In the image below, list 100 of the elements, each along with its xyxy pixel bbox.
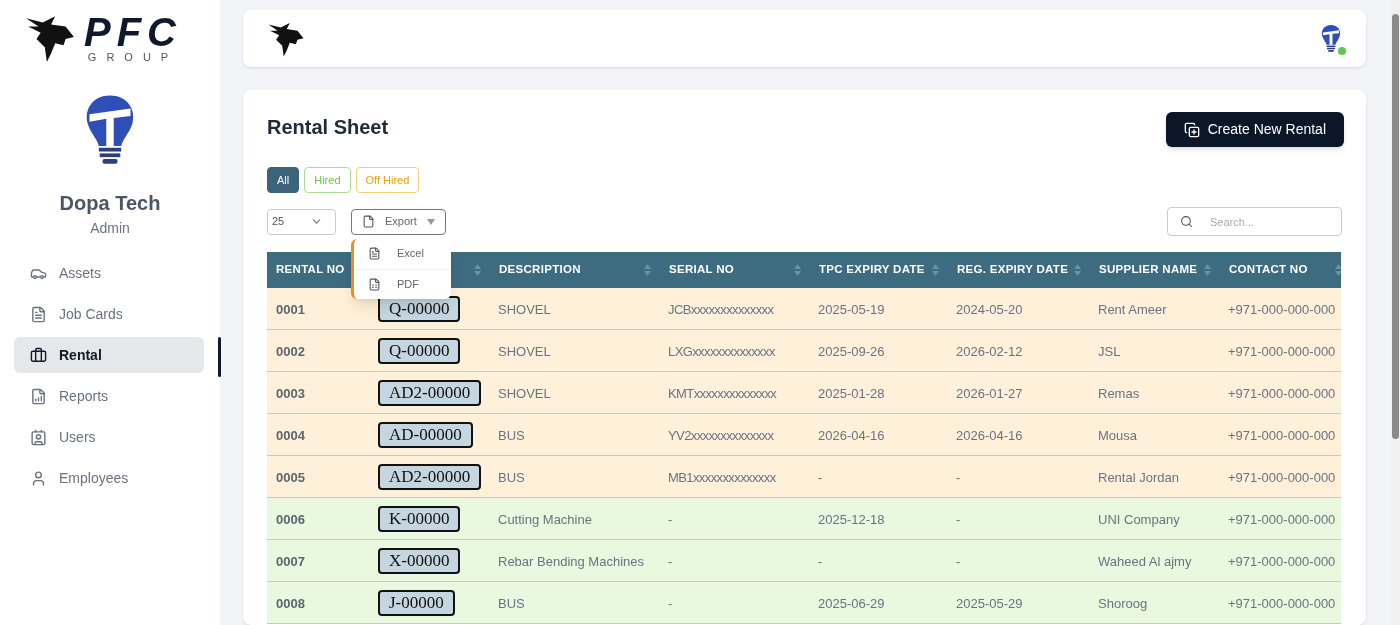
plate-number: AD-00000 [378,421,473,448]
sidebar-item[interactable]: Rental [14,337,204,373]
table-cell: - [668,595,672,611]
column-header: CONTACT NO [1229,262,1308,278]
table-cell: JCBxxxxxxxxxxxxxx [668,301,774,317]
plate-number: J-00000 [378,589,455,616]
table-cell: - [956,469,961,485]
table-cell: 2025-09-26 [818,343,885,359]
table-cell: UNI Company [1098,511,1180,527]
column-header: REG. EXPIRY DATE [957,262,1069,278]
sidebar-item[interactable]: Job Cards [14,296,204,332]
profile-name: Dopa Tech [59,191,161,216]
table-cell: - [956,553,961,569]
export-option[interactable]: Excel [354,238,451,269]
filter-tab[interactable]: All [267,167,300,193]
table-cell: Rebar Bending Machines [498,553,644,569]
sidebar-item[interactable]: Reports [14,378,204,414]
page-size-select[interactable]: 25 [267,208,336,235]
table-cell: 2025-12-18 [818,511,885,527]
table-cell: +971-000-000-000 [1228,553,1336,569]
table-cell: BUS [498,469,525,485]
table-cell: SHOVEL [498,343,551,359]
table-cell: MB1xxxxxxxxxxxxxx [668,469,776,485]
table-cell: - [956,511,961,527]
user-avatar-icon [1320,23,1342,54]
table-cell: BUS [498,427,525,443]
column-header: TPC EXPIRY DATE [819,262,925,278]
search-field[interactable]: Search... [1167,207,1342,236]
rental-number: 0001 [276,301,305,317]
rental-number: 0002 [276,343,305,359]
sort-icon[interactable] [1074,264,1081,276]
sidebar-item[interactable]: Assets [14,255,204,291]
sidebar-item[interactable]: Users [14,419,204,455]
plate-number: AD2-00000 [378,463,482,490]
document-icon [368,247,381,260]
table-cell: 2024-05-20 [956,301,1023,317]
sort-icon[interactable] [1204,264,1211,276]
table-cell: SHOVEL [498,301,551,317]
briefcase-icon [30,346,47,364]
table-cell: 2026-02-12 [956,343,1023,359]
sort-icon[interactable] [644,264,651,276]
table-cell: Shoroog [1098,595,1148,611]
sort-icon[interactable] [1335,264,1341,276]
table-cell: Waheed Al ajmy [1098,553,1192,569]
plate-number: K-00000 [378,505,461,532]
table-cell: +971-000-000-000 [1228,469,1336,485]
table-cell: KMTxxxxxxxxxxxxxx [668,385,777,401]
column-header: SERIAL NO [669,262,734,278]
active-indicator [218,337,221,377]
rental-number: 0008 [276,595,305,611]
column-header: DESCRIPTION [499,262,581,278]
table-cell: Rent Ameer [1098,301,1167,317]
table-cell: BUS [498,595,525,611]
table-cell: +971-000-000-000 [1228,385,1336,401]
rental-number: 0005 [276,469,305,485]
file-icon [362,215,375,228]
rental-number: 0004 [276,427,305,443]
table-cell: 2026-01-27 [956,385,1023,401]
table-cell: 2025-05-19 [818,301,885,317]
table-cell: +971-000-000-000 [1228,427,1336,443]
rental-number: 0007 [276,553,305,569]
table-cell: 2025-06-29 [818,595,885,611]
table-cell: - [818,469,823,485]
column-header: RENTAL NO [276,262,345,278]
sort-icon[interactable] [932,264,939,276]
table-cell: +971-000-000-000 [1228,595,1336,611]
rental-number: 0006 [276,511,305,527]
scrollbar[interactable] [1390,0,1400,625]
pdf-file-icon [368,277,381,291]
page-title: Rental Sheet [267,115,389,140]
caret-down-icon [426,218,435,225]
table-cell: 2025-01-28 [818,385,885,401]
sort-icon[interactable] [474,264,481,276]
brand-name: PFC [84,13,182,51]
table-cell: - [668,553,672,569]
plate-number: Q-00000 [378,337,461,364]
table-cell: 2026-04-16 [818,427,885,443]
table-cell: - [668,511,672,527]
plate-number: X-00000 [378,547,461,574]
profile-role: Admin [90,219,130,238]
table-cell: LXGxxxxxxxxxxxxxx [668,343,775,359]
table-cell: Remas [1098,385,1140,401]
table-cell: - [818,553,823,569]
document-icon [30,305,47,323]
table-cell: Mousa [1098,427,1138,443]
table-cell: YV2xxxxxxxxxxxxxx [668,427,774,443]
contact-list-icon [30,428,47,446]
column-header: SUPPLIER NAME [1099,262,1198,278]
export-button[interactable]: Export [351,208,446,235]
sort-icon[interactable] [794,264,801,276]
sidebar-item[interactable]: Employees [14,460,204,496]
table-cell: 2026-04-16 [956,427,1023,443]
plate-number: AD2-00000 [378,379,482,406]
table-cell: Rental Jordan [1098,469,1179,485]
table-cell: +971-000-000-000 [1228,343,1336,359]
add-copy-icon [1183,121,1200,138]
table-cell: +971-000-000-000 [1228,301,1336,317]
person-icon [30,469,47,487]
table-cell: 2025-05-29 [956,595,1023,611]
create-rental-button[interactable]: Create New Rental [1165,112,1344,147]
